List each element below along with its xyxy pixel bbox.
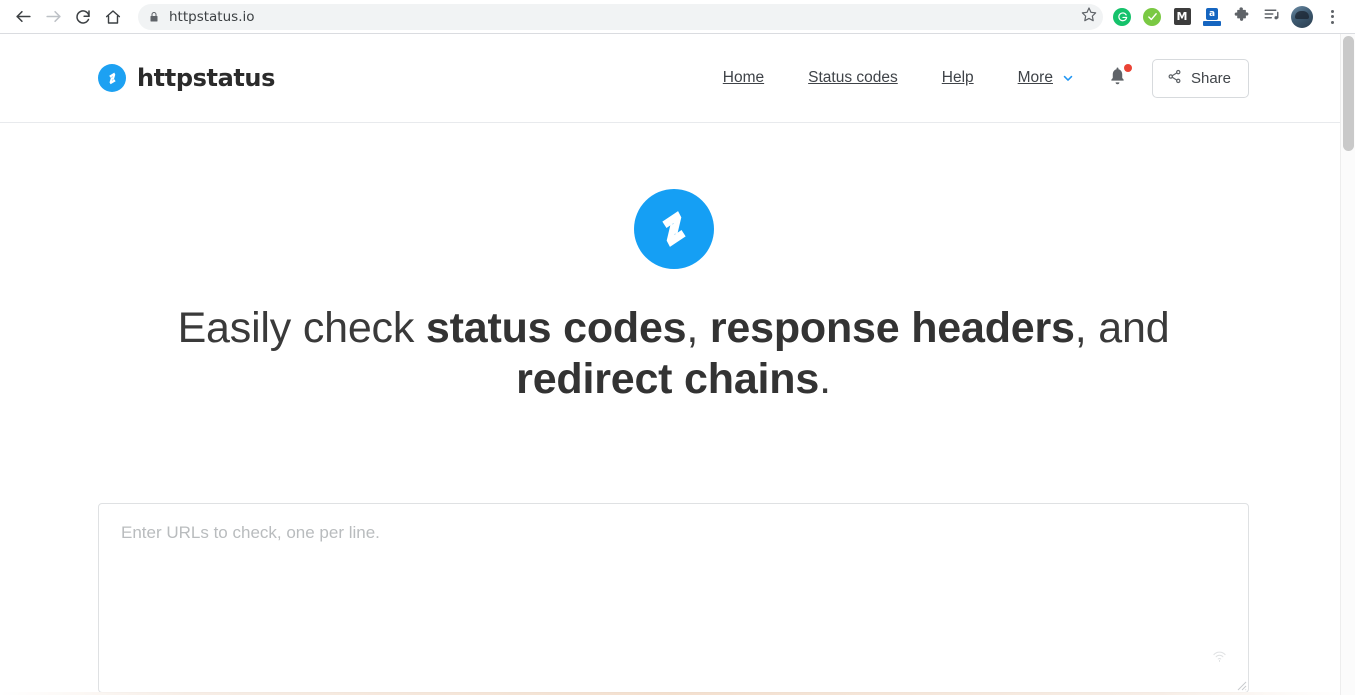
forward-arrow-icon — [44, 7, 63, 26]
profile-button[interactable] — [1287, 2, 1317, 32]
nav-link-help[interactable]: Help — [920, 69, 996, 87]
reload-button[interactable] — [68, 2, 98, 32]
extensions-toolbar: M a — [1107, 2, 1347, 32]
hero-title-part-0: Easily check — [177, 304, 426, 352]
hero-title-part-6: . — [819, 355, 831, 404]
profile-avatar — [1291, 5, 1313, 28]
chevron-down-icon — [1061, 71, 1075, 85]
share-button[interactable]: Share — [1151, 58, 1249, 98]
home-button[interactable] — [98, 2, 128, 32]
adblock-extension-icon: a — [1203, 7, 1221, 26]
share-button-label: Share — [1190, 69, 1231, 87]
nav-link-more-label: More — [1017, 69, 1053, 86]
lock-icon — [148, 11, 160, 23]
puzzle-extensions-icon — [1234, 6, 1251, 28]
brand-name: httpstatus — [137, 64, 276, 92]
star-icon — [1081, 6, 1097, 27]
extension-adblock[interactable]: a — [1197, 2, 1227, 32]
page-scrollbar[interactable] — [1340, 34, 1355, 695]
bookmark-button[interactable] — [1075, 3, 1103, 30]
nav-link-more[interactable]: More — [996, 69, 1085, 87]
nav-link-home[interactable]: Home — [701, 69, 786, 87]
browser-toolbar: httpstatus.io M a — [0, 0, 1355, 34]
site-header: httpstatus Home Status codes Help More S… — [0, 34, 1347, 123]
hero-title-part-4: , and — [1074, 304, 1170, 352]
home-icon — [104, 8, 122, 26]
hero-title-part-2: , — [686, 304, 710, 352]
page-content: httpstatus Home Status codes Help More S… — [0, 34, 1347, 695]
extensions-puzzle-button[interactable] — [1227, 2, 1257, 32]
url-textarea-wrapper — [98, 503, 1249, 694]
address-bar-url: httpstatus.io — [169, 8, 255, 25]
checkmark-extension-icon — [1143, 7, 1161, 26]
hero-title-part-3: response headers — [709, 304, 1075, 352]
hero-title-part-1: status codes — [425, 304, 687, 352]
address-bar[interactable]: httpstatus.io — [138, 3, 1101, 30]
mailtrack-extension-icon: M — [1173, 8, 1191, 25]
page-title: Easily check status codes, response head… — [124, 303, 1224, 405]
back-button[interactable] — [8, 2, 38, 32]
playlist-extension-icon — [1263, 5, 1281, 28]
three-dot-menu-icon — [1330, 9, 1334, 24]
brand-logo-link[interactable]: httpstatus — [98, 64, 275, 92]
browser-menu-button[interactable] — [1317, 2, 1347, 32]
forward-button[interactable] — [38, 2, 68, 32]
httpstatus-hero-logo-icon — [633, 189, 714, 269]
urls-input[interactable] — [98, 503, 1249, 694]
httpstatus-logo-icon — [98, 64, 126, 92]
extension-grammarly[interactable] — [1107, 2, 1137, 32]
nav-link-status-codes[interactable]: Status codes — [786, 69, 920, 87]
extension-mailtrack[interactable]: M — [1167, 2, 1197, 32]
back-arrow-icon — [14, 7, 33, 26]
extension-checkmark[interactable] — [1137, 2, 1167, 32]
hero-section: Easily check status codes, response head… — [0, 123, 1347, 405]
grammarly-extension-icon — [1113, 7, 1131, 26]
extension-playlist[interactable] — [1257, 2, 1287, 32]
share-icon — [1167, 69, 1182, 88]
page-scrollbar-thumb[interactable] — [1343, 36, 1354, 151]
reload-icon — [74, 8, 92, 26]
notifications-button[interactable] — [1085, 64, 1152, 91]
hero-title-part-5: redirect chains — [516, 355, 820, 404]
notification-badge-dot — [1123, 64, 1132, 72]
main-navigation: Home Status codes Help More Share — [701, 58, 1249, 98]
url-check-form: Canonical domain check User Agent: Your … — [0, 503, 1347, 695]
